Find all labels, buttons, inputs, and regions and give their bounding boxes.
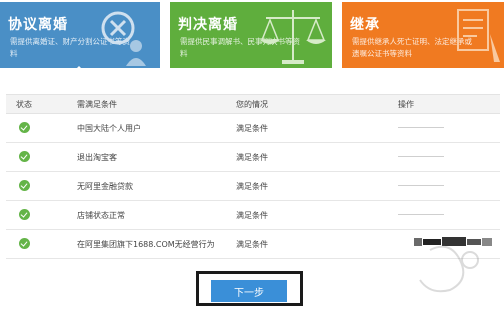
service-tiles: 协议离婚 需提供离婚证、财产分割公证书等资料 判决离婚 需提供民事调解书、民事判… [0,0,504,70]
your-status-text: 满足条件 [236,153,268,162]
check-icon [19,238,30,249]
tile-judgment-divorce[interactable]: 判决离婚 需提供民事调解书、民事判决书等资料 [170,2,332,68]
operation-empty-dash [398,127,444,128]
will-icon [457,9,500,62]
operation-empty-dash [398,214,444,215]
watermark-graphic [419,245,479,293]
condition-text: 在阿里集团旗下1688.COM无经营行为 [77,240,215,249]
header-operation: 操作 [398,100,414,109]
tile-title: 继承 [350,17,380,33]
header-status: 状态 [16,100,32,109]
tile-agreement-divorce[interactable]: 协议离婚 需提供离婚证、财产分割公证书等资料 [0,2,160,68]
condition-text: 中国大陆个人用户 [77,124,141,133]
tile-title: 协议离婚 [8,17,68,33]
table-row: 店铺状态正常 满足条件 [6,201,500,230]
close-icon [101,11,146,66]
table-header: 状态 需满足条件 您的情况 操作 [6,94,500,114]
next-step-button[interactable]: 下一步 [211,280,287,302]
table-row: 无阿里金融贷款 满足条件 [6,172,500,201]
active-tile-pointer [70,66,88,75]
table-row: 退出淘宝客 满足条件 [6,143,500,172]
check-icon [19,180,30,191]
operation-empty-dash [398,156,444,157]
condition-text: 退出淘宝客 [77,153,117,162]
check-icon [19,122,30,133]
check-icon [19,209,30,220]
condition-text: 店铺状态正常 [77,211,125,220]
condition-text: 无阿里金融贷款 [77,182,133,191]
your-status-text: 满足条件 [236,124,268,133]
header-your-status: 您的情况 [236,100,268,109]
scales-icon [260,10,326,64]
tile-inheritance[interactable]: 继承 需提供继承人死亡证明、法定继承或遗嘱公证书等资料 [342,2,504,68]
check-icon [19,151,30,162]
table-row: 中国大陆个人用户 满足条件 [6,114,500,143]
header-condition: 需满足条件 [77,100,117,109]
your-status-text: 满足条件 [236,182,268,191]
next-button-highlight: 下一步 [196,271,303,306]
your-status-text: 满足条件 [236,211,268,220]
operation-empty-dash [398,185,444,186]
your-status-text: 满足条件 [236,240,268,249]
tile-title: 判决离婚 [178,17,238,33]
conditions-table: 状态 需满足条件 您的情况 操作 中国大陆个人用户 满足条件 退出淘宝客 满足条… [6,94,500,259]
